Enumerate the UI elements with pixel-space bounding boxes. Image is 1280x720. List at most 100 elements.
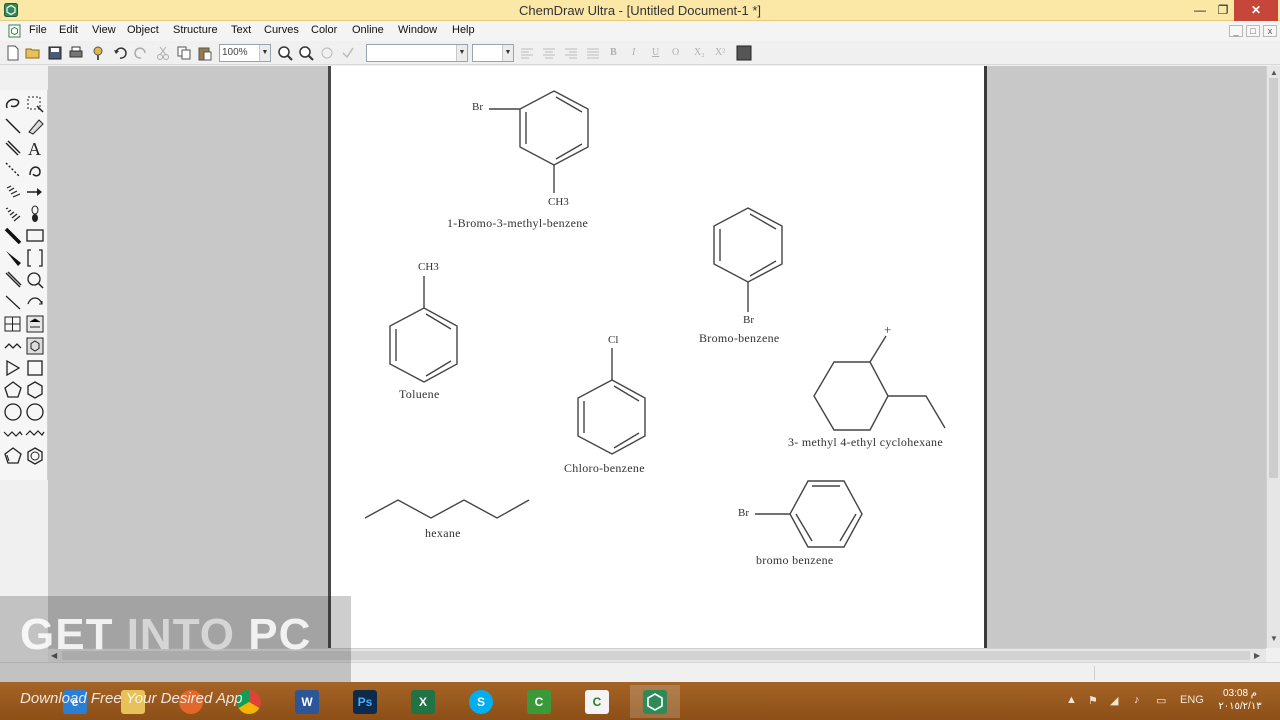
solid-bond-tool-icon[interactable] (3, 116, 23, 136)
double-bond-tool-icon[interactable] (3, 138, 23, 158)
check-structure-icon[interactable] (340, 45, 356, 61)
open-folder-icon[interactable] (25, 45, 41, 61)
taskbar-skype[interactable]: S (456, 685, 506, 718)
templates-palette-icon[interactable] (25, 336, 45, 356)
font-select[interactable]: ▼ (366, 44, 468, 62)
align-center-icon[interactable] (541, 45, 557, 61)
menu-file[interactable]: File (29, 24, 47, 36)
network-icon[interactable]: ◢ (1110, 694, 1118, 707)
taskbar-photoshop[interactable]: Ps (340, 685, 390, 718)
cyclooctane-tool-icon[interactable] (25, 402, 45, 422)
cyclopentane-tool-icon[interactable] (3, 380, 23, 400)
pen-tool-icon[interactable] (25, 160, 45, 180)
zoom-in-icon[interactable] (277, 45, 293, 61)
drawing-element-tool-icon[interactable] (25, 226, 45, 246)
table-tool-icon[interactable] (3, 314, 23, 334)
document-canvas[interactable]: Br CH3 Br CH3 Cl + Br 1-Bromo-3-methyl-b… (331, 66, 984, 648)
scroll-up-icon[interactable]: ▲ (1270, 68, 1278, 77)
redo-icon[interactable] (133, 45, 149, 61)
menu-help[interactable]: Help (452, 24, 475, 36)
eraser-tool-icon[interactable] (25, 116, 45, 136)
taskbar-word[interactable]: W (282, 685, 332, 718)
orbital-tool-icon[interactable] (25, 204, 45, 224)
zoom-select[interactable]: 100% ▼ (219, 44, 271, 62)
input-language[interactable]: ENG (1180, 694, 1204, 706)
menu-window[interactable]: Window (398, 24, 437, 36)
save-icon[interactable] (47, 45, 63, 61)
doc-restore-button[interactable]: □ (1246, 25, 1260, 37)
taskbar-camtasia[interactable]: C (514, 685, 564, 718)
wavy-bond-tool-icon[interactable] (3, 270, 23, 290)
chevron-down-icon[interactable]: ▼ (456, 45, 467, 61)
volume-icon[interactable]: ♪ (1134, 694, 1140, 706)
maximize-button[interactable]: ❐ (1209, 0, 1237, 21)
dashed-bond-tool-icon[interactable] (3, 160, 23, 180)
justify-icon[interactable] (585, 45, 601, 61)
acyclic-chain-tool-icon[interactable] (25, 292, 45, 312)
text-tool-icon[interactable]: A (25, 138, 45, 158)
close-button[interactable]: ✕ (1234, 0, 1278, 21)
menu-online[interactable]: Online (352, 24, 384, 36)
align-right-icon[interactable] (563, 45, 579, 61)
vertical-scroll-thumb[interactable] (1269, 78, 1278, 478)
arrow-tool-icon[interactable] (25, 182, 45, 202)
vertical-scrollbar[interactable]: ▲ ▼ (1266, 66, 1280, 648)
flag-icon[interactable]: ⚑ (1088, 694, 1098, 707)
clock[interactable]: 03:08 م ٢٠١٥/٢/١٣ (1210, 687, 1270, 713)
battery-icon[interactable]: ▭ (1156, 694, 1166, 707)
chair-conformation-2-icon[interactable] (25, 424, 45, 444)
zoom-out-icon[interactable] (298, 45, 314, 61)
hashed-wedge-tool-icon[interactable] (3, 204, 23, 224)
clean-structure-icon[interactable] (319, 45, 335, 61)
print-icon[interactable] (68, 45, 84, 61)
cyclobutane-tool-icon[interactable] (25, 358, 45, 378)
single-bond-tool-icon[interactable] (3, 292, 23, 312)
query-tool-icon[interactable] (25, 270, 45, 290)
lasso-tool-icon[interactable] (3, 94, 23, 114)
bold-bond-tool-icon[interactable] (3, 226, 23, 246)
menu-curves[interactable]: Curves (264, 24, 299, 36)
marquee-tool-icon[interactable] (25, 94, 45, 114)
outline-icon[interactable]: O (672, 47, 679, 58)
cut-icon[interactable] (155, 45, 171, 61)
superscript-icon[interactable]: X² (715, 47, 725, 58)
bracket-tool-icon[interactable] (25, 248, 45, 268)
show-hidden-icons-icon[interactable]: ▲ (1066, 694, 1077, 706)
doc-close-button[interactable]: x (1263, 25, 1277, 37)
document-icon[interactable] (8, 24, 21, 38)
underline-icon[interactable]: U (652, 47, 659, 58)
scroll-right-icon[interactable]: ▶ (1254, 651, 1260, 660)
cycloheptane-tool-icon[interactable] (3, 402, 23, 422)
cyclohexane-tool-icon[interactable] (25, 380, 45, 400)
menu-structure[interactable]: Structure (173, 24, 218, 36)
help-icon[interactable] (90, 45, 106, 61)
align-left-icon[interactable] (519, 45, 535, 61)
chair-conformation-1-icon[interactable] (3, 424, 23, 444)
taskbar-excel[interactable]: X (398, 685, 448, 718)
subscript-icon[interactable]: X₂ (694, 47, 705, 58)
paste-icon[interactable] (197, 45, 213, 61)
scroll-down-icon[interactable]: ▼ (1270, 634, 1278, 643)
menu-color[interactable]: Color (311, 24, 337, 36)
cyclopentadiene-tool-icon[interactable] (3, 446, 23, 466)
bold-icon[interactable]: B (610, 47, 617, 58)
benzene-tool-icon[interactable] (25, 446, 45, 466)
cyclopropane-tool-icon[interactable] (3, 358, 23, 378)
chevron-down-icon[interactable]: ▼ (502, 45, 513, 61)
taskbar-chemdraw[interactable] (630, 685, 680, 718)
menu-object[interactable]: Object (127, 24, 159, 36)
hashed-bond-tool-icon[interactable] (3, 182, 23, 202)
chain-tool-icon[interactable] (3, 336, 23, 356)
copy-icon[interactable] (176, 45, 192, 61)
menu-text[interactable]: Text (231, 24, 251, 36)
undo-icon[interactable] (112, 45, 128, 61)
taskbar-camtasia-recorder[interactable]: C (572, 685, 622, 718)
new-document-icon[interactable] (5, 45, 21, 61)
color-palette-icon[interactable] (736, 45, 752, 61)
menu-edit[interactable]: Edit (59, 24, 78, 36)
doc-minimize-button[interactable]: _ (1229, 25, 1243, 37)
italic-icon[interactable]: I (632, 47, 635, 58)
font-size-select[interactable]: ▼ (472, 44, 514, 62)
chevron-down-icon[interactable]: ▼ (259, 45, 270, 61)
template-tool-icon[interactable] (25, 314, 45, 334)
